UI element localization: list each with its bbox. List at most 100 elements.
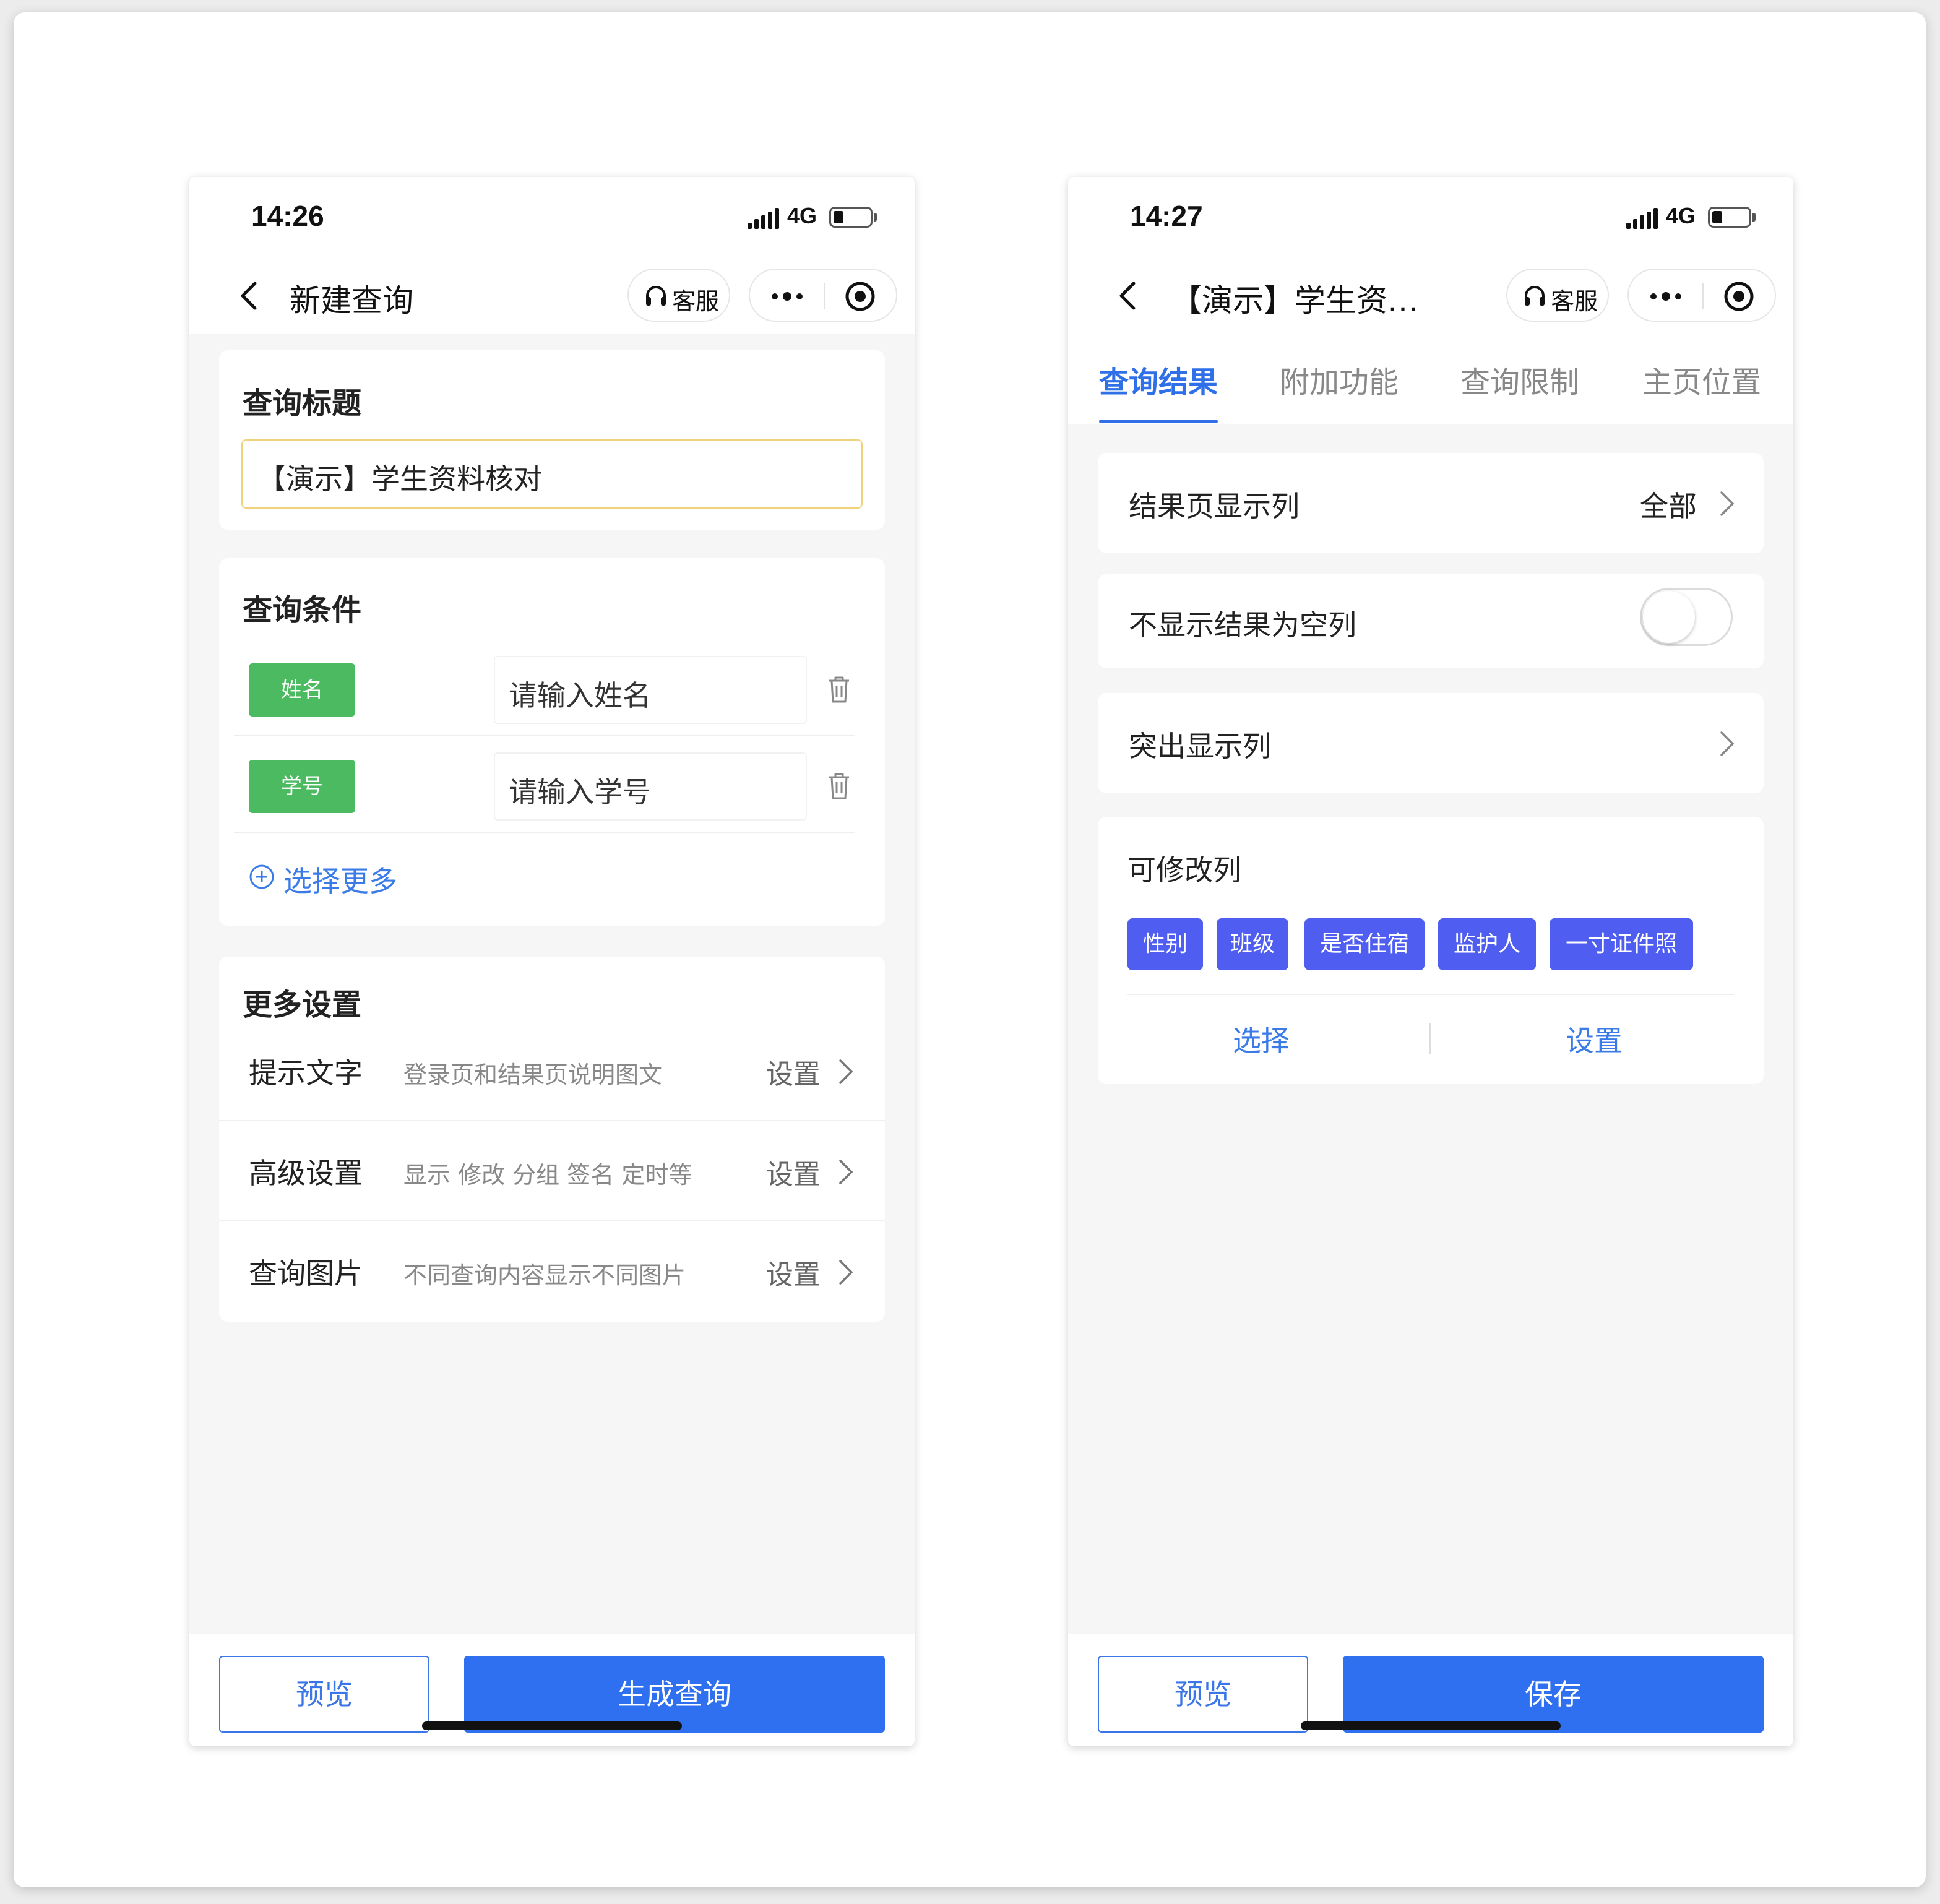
condition-row: 姓名 请输入姓名: [234, 640, 855, 736]
result-columns-row[interactable]: 结果页显示列 全部: [1098, 453, 1764, 553]
field-tag-student-id[interactable]: 学号: [249, 760, 355, 813]
headset-icon: [1525, 286, 1545, 306]
name-input-placeholder: 请输入姓名: [509, 679, 651, 712]
setting-row-query-image[interactable]: 查询图片 不同查询内容显示不同图片 设置: [219, 1221, 885, 1322]
customer-service-button[interactable]: 客服: [1506, 269, 1609, 322]
settings-columns-link[interactable]: 设置: [1566, 1019, 1623, 1059]
setting-name: 高级设置: [249, 1157, 363, 1190]
chevron-right-icon: [1720, 491, 1735, 516]
name-input[interactable]: 请输入姓名: [494, 656, 807, 724]
setting-action: 设置: [766, 1159, 821, 1191]
status-time: 14:27: [1130, 200, 1203, 232]
customer-service-button[interactable]: 客服: [627, 269, 730, 322]
chevron-right-icon: [839, 1059, 853, 1084]
setting-name: 提示文字: [249, 1056, 363, 1090]
preview-button[interactable]: 预览: [219, 1656, 429, 1733]
setting-action: 设置: [766, 1059, 821, 1090]
hide-empty-label: 不显示结果为空列: [1129, 608, 1356, 642]
home-indicator[interactable]: [1301, 1721, 1561, 1730]
query-conditions-heading: 查询条件: [243, 593, 362, 627]
trash-icon[interactable]: [827, 771, 851, 801]
chevron-right-icon: [839, 1160, 853, 1184]
headset-icon: [646, 286, 666, 306]
student-id-input-placeholder: 请输入学号: [509, 775, 651, 809]
settings-list: 提示文字 登录页和结果页说明图文 设置 高级设置 显示 修改 分组 签名 定时等…: [219, 1021, 885, 1322]
tab-bar: 查询结果 附加功能 查询限制 主页位置: [1068, 334, 1793, 424]
close-target-icon[interactable]: [1723, 280, 1755, 312]
trash-icon[interactable]: [827, 674, 851, 704]
select-columns-link[interactable]: 选择: [1233, 1019, 1290, 1059]
editable-chip[interactable]: 监护人: [1438, 918, 1536, 970]
query-title-value: 【演示】学生资料核对: [257, 462, 542, 496]
status-time: 14:26: [251, 200, 324, 232]
phone-query-settings: 14:27 4G 【演示】学生资… 客服 结果页显示列 全部 不显示结果为空列 …: [1068, 177, 1793, 1746]
query-title-card: 查询标题 【演示】学生资料核对: [219, 350, 885, 530]
tab-extra-features[interactable]: 附加功能: [1280, 358, 1399, 401]
setting-name: 查询图片: [249, 1257, 363, 1290]
chevron-right-icon: [1720, 731, 1735, 756]
action-divider: [1429, 1023, 1431, 1054]
battery-cap: [874, 213, 877, 222]
chevron-right-icon: [839, 1260, 853, 1285]
screenshot-canvas: 14:26 4G 新建查询 客服 查询标题 【演示】学生资料核对 查询条件 姓名…: [14, 12, 1926, 1887]
hide-empty-row: 不显示结果为空列: [1098, 574, 1764, 668]
page-body: 查询标题 【演示】学生资料核对 查询条件 姓名 请输入姓名 学号 请输入学号 选…: [189, 334, 915, 1634]
setting-row-advanced[interactable]: 高级设置 显示 修改 分组 签名 定时等 设置: [219, 1121, 885, 1221]
select-more-label: 选择更多: [283, 864, 397, 898]
customer-service-label: 客服: [672, 288, 720, 315]
student-id-input[interactable]: 请输入学号: [494, 752, 807, 821]
field-tag-name[interactable]: 姓名: [249, 663, 355, 717]
editable-chip[interactable]: 是否住宿: [1304, 918, 1425, 970]
close-target-icon[interactable]: [844, 280, 876, 312]
more-icon[interactable]: [1647, 287, 1684, 306]
miniprogram-capsule: [1627, 269, 1776, 322]
setting-desc: 登录页和结果页说明图文: [403, 1061, 663, 1088]
toggle-knob: [1643, 591, 1695, 643]
network-type: 4G: [1666, 203, 1696, 228]
hide-empty-toggle[interactable]: [1640, 588, 1733, 646]
signal-icon: [1626, 208, 1658, 229]
home-indicator[interactable]: [422, 1721, 682, 1730]
editable-chip[interactable]: 班级: [1217, 918, 1288, 970]
battery-icon: [829, 207, 873, 228]
tab-home-position[interactable]: 主页位置: [1642, 358, 1761, 401]
editable-columns-card: 可修改列 性别 班级 是否住宿 监护人 一寸证件照 选择 设置: [1098, 817, 1764, 1084]
query-title-heading: 查询标题: [243, 386, 362, 421]
more-settings-heading: 更多设置: [243, 988, 362, 1022]
setting-row-tip-text[interactable]: 提示文字 登录页和结果页说明图文 设置: [219, 1021, 885, 1121]
preview-button[interactable]: 预览: [1098, 1656, 1308, 1733]
editable-chip[interactable]: 一寸证件照: [1550, 918, 1693, 970]
capsule-divider: [1702, 283, 1704, 309]
signal-icon: [748, 208, 779, 229]
highlight-columns-label: 突出显示列: [1129, 730, 1271, 763]
result-columns-value: 全部: [1640, 489, 1697, 523]
setting-desc: 不同查询内容显示不同图片: [403, 1262, 686, 1289]
nav-bar: 【演示】学生资… 客服: [1068, 257, 1793, 334]
customer-service-label: 客服: [1551, 288, 1598, 315]
back-icon[interactable]: [234, 280, 266, 312]
highlight-columns-row[interactable]: 突出显示列: [1098, 693, 1764, 793]
setting-desc: 显示 修改 分组 签名 定时等: [403, 1161, 692, 1189]
capsule-divider: [824, 283, 825, 309]
result-columns-label: 结果页显示列: [1129, 489, 1300, 523]
tab-query-results[interactable]: 查询结果: [1099, 358, 1218, 401]
query-title-input[interactable]: 【演示】学生资料核对: [241, 439, 863, 509]
phone-new-query: 14:26 4G 新建查询 客服 查询标题 【演示】学生资料核对 查询条件 姓名…: [189, 177, 915, 1746]
tab-query-limits[interactable]: 查询限制: [1460, 358, 1579, 401]
setting-action: 设置: [766, 1259, 821, 1291]
query-conditions-card: 查询条件 姓名 请输入姓名 学号 请输入学号 选择更多: [219, 558, 885, 926]
status-bar: 14:26 4G: [189, 177, 915, 257]
battery-icon: [1708, 207, 1751, 228]
page-title: 新建查询: [290, 283, 413, 319]
battery-cap: [1752, 213, 1756, 222]
status-bar: 14:27 4G: [1068, 177, 1793, 257]
condition-row: 学号 请输入学号: [234, 736, 855, 833]
editable-chip[interactable]: 性别: [1127, 918, 1203, 970]
editable-columns-heading: 可修改列: [1127, 853, 1241, 887]
back-icon[interactable]: [1113, 280, 1145, 312]
editable-divider: [1127, 994, 1734, 995]
plus-circle-icon: [249, 864, 274, 889]
more-icon[interactable]: [769, 287, 806, 306]
page-body: 结果页显示列 全部 不显示结果为空列 突出显示列 可修改列 性别 班级 是否住宿…: [1068, 424, 1793, 1634]
network-type: 4G: [787, 203, 817, 228]
